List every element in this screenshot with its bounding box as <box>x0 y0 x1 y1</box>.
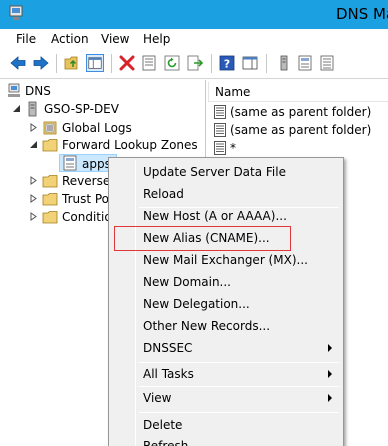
menu-action[interactable]: Action <box>51 32 89 46</box>
properties-icon[interactable] <box>140 54 158 72</box>
submenu-arrow-icon <box>328 370 332 378</box>
column-header-name[interactable]: Name <box>208 82 388 102</box>
tree-label-server: GSO-SP-DEV <box>44 102 119 116</box>
list-item-name: * <box>230 141 236 155</box>
menu-gutter <box>135 160 136 446</box>
record-icon <box>214 105 226 119</box>
log-folder-icon <box>43 121 57 135</box>
list-item-name: (same as parent folder) <box>230 123 372 137</box>
menu-item-delete[interactable]: Delete <box>143 415 182 435</box>
menu-separator <box>139 412 339 413</box>
tree-label-apps: apps <box>82 157 111 171</box>
zone-icon[interactable] <box>296 54 314 72</box>
menu-item-dnssec[interactable]: DNSSEC <box>143 338 192 358</box>
menu-item-new-host[interactable]: New Host (A or AAAA)... <box>143 206 287 226</box>
submenu-arrow-icon <box>328 394 332 402</box>
menu-file[interactable]: File <box>16 32 36 46</box>
list-item-name: (same as parent folder) <box>230 105 372 119</box>
back-icon[interactable] <box>9 54 27 72</box>
record-icon[interactable] <box>318 54 336 72</box>
toolbar-separator <box>56 54 57 73</box>
tree-label-trust-points: Trust Po <box>62 192 110 206</box>
forward-icon[interactable] <box>32 54 50 72</box>
menu-separator <box>139 362 339 363</box>
help-icon[interactable]: ? <box>218 54 236 72</box>
menu-item-view[interactable]: View <box>143 388 171 408</box>
expand-icon[interactable] <box>29 123 38 132</box>
title-bar: DNS Ma <box>0 0 388 29</box>
menu-help[interactable]: Help <box>143 32 170 46</box>
folder-icon <box>42 139 58 152</box>
tree-node-forward-lookup-zones[interactable]: Forward Lookup Zones <box>0 136 206 154</box>
toolbar-separator <box>211 54 212 73</box>
menu-item-new-delegation[interactable]: New Delegation... <box>143 294 250 314</box>
up-folder-icon[interactable] <box>64 54 82 72</box>
collapse-icon[interactable] <box>29 140 38 149</box>
menu-item-all-tasks[interactable]: All Tasks <box>143 364 194 384</box>
window-title: DNS Ma <box>336 5 388 23</box>
tree-node-server[interactable]: GSO-SP-DEV <box>0 100 206 118</box>
delete-icon[interactable] <box>118 54 136 72</box>
expand-icon[interactable] <box>29 194 38 203</box>
dns-root-icon <box>8 83 20 97</box>
column-header-label: Name <box>215 85 251 99</box>
menu-item-new-mail-exchanger[interactable]: New Mail Exchanger (MX)... <box>143 250 308 270</box>
expand-icon[interactable] <box>29 176 38 185</box>
toolbar-separator <box>111 54 112 73</box>
svg-text:?: ? <box>224 58 230 71</box>
tree-label-dns: DNS <box>25 84 51 98</box>
menu-item-refresh[interactable]: Refresh <box>143 436 188 446</box>
folder-icon <box>42 193 58 206</box>
collapse-icon[interactable] <box>12 104 21 113</box>
action-pane-icon[interactable] <box>241 54 259 72</box>
menu-item-update-server-data-file[interactable]: Update Server Data File <box>143 162 286 182</box>
folder-icon <box>42 175 58 188</box>
expand-icon[interactable] <box>29 212 38 221</box>
toolbar-separator <box>266 54 267 73</box>
highlight-annotation <box>114 226 291 251</box>
toolbar: ? <box>0 49 388 79</box>
tree-node-global-logs[interactable]: Global Logs <box>0 119 206 137</box>
menu-item-other-new-records[interactable]: Other New Records... <box>143 316 270 336</box>
export-icon[interactable] <box>186 54 204 72</box>
menu-separator <box>139 386 339 387</box>
tree-label-conditional: Conditio <box>62 210 112 224</box>
refresh-icon[interactable] <box>163 54 181 72</box>
folder-icon <box>42 211 58 224</box>
menu-item-reload[interactable]: Reload <box>143 184 184 204</box>
dns-app-icon <box>9 5 23 20</box>
zone-icon <box>63 155 77 171</box>
menu-view[interactable]: View <box>101 32 129 46</box>
server-icon <box>28 101 37 117</box>
tree-node-dns[interactable]: DNS <box>0 82 206 100</box>
server-icon[interactable] <box>275 54 293 72</box>
show-hide-tree-icon[interactable] <box>86 54 104 72</box>
tree-label-reverse: Reverse <box>62 174 111 188</box>
tree-label-global-logs: Global Logs <box>62 121 132 135</box>
tree-label-forward-lookup-zones: Forward Lookup Zones <box>62 138 198 152</box>
submenu-arrow-icon <box>328 344 332 352</box>
menu-bar: File Action View Help <box>0 29 388 49</box>
menu-item-new-domain[interactable]: New Domain... <box>143 272 231 292</box>
record-icon <box>214 141 226 155</box>
record-icon <box>214 123 226 137</box>
context-menu: Update Server Data File Reload New Host … <box>108 157 344 446</box>
